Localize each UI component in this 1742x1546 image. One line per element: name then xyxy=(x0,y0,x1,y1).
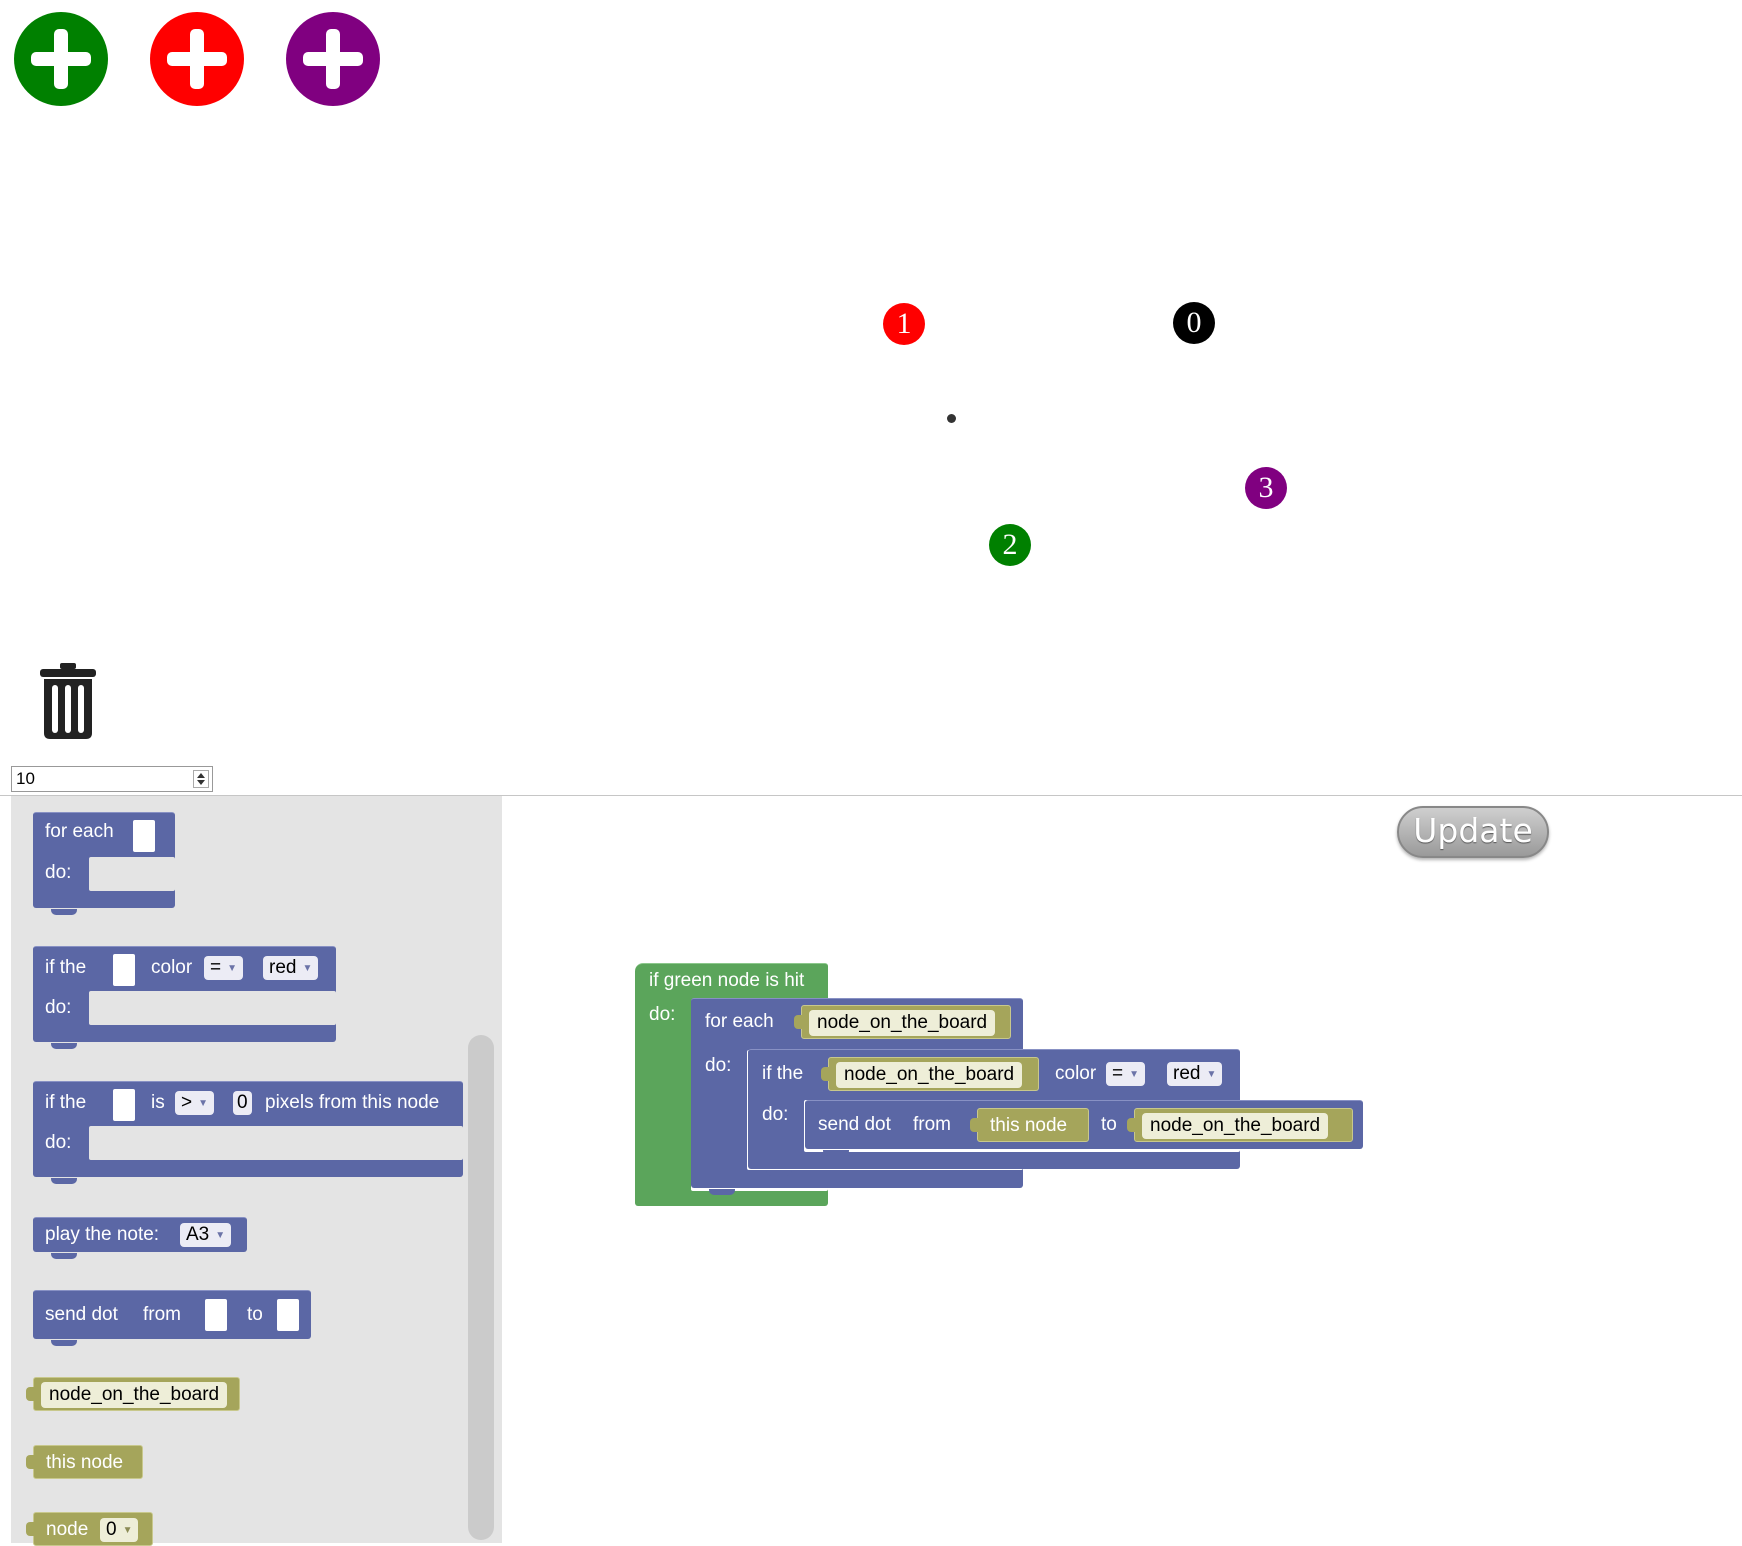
node-number-dropdown[interactable]: 0 ▼ xyxy=(100,1518,139,1542)
to-socket xyxy=(277,1299,299,1331)
from-label: from xyxy=(143,1304,181,1325)
color-label: color xyxy=(1055,1063,1097,1084)
input-socket xyxy=(133,820,155,852)
toolbox-block-play-note[interactable]: play the note: A3 ▼ xyxy=(33,1217,247,1259)
comparison-dropdown[interactable]: > ▼ xyxy=(175,1091,215,1115)
block-label: this node xyxy=(990,1115,1068,1136)
variable-field[interactable]: node_on_the_board xyxy=(809,1010,996,1036)
trash-icon[interactable] xyxy=(40,663,96,739)
block-label: if the xyxy=(45,1092,87,1113)
note-dropdown[interactable]: A3 ▼ xyxy=(180,1223,232,1247)
color-label: color xyxy=(151,957,193,978)
add-red-node-button[interactable] xyxy=(150,12,244,106)
toolbox-block-send-dot[interactable]: send dot from to xyxy=(33,1290,311,1346)
add-purple-node-button[interactable] xyxy=(286,12,380,106)
add-green-node-button[interactable] xyxy=(14,12,108,106)
from-label: from xyxy=(913,1114,951,1135)
statement-slot xyxy=(89,991,336,1025)
input-socket xyxy=(113,954,135,986)
from-socket xyxy=(205,1299,227,1331)
update-button[interactable]: Update xyxy=(1397,806,1549,858)
board-node-3[interactable]: 3 xyxy=(1245,467,1287,509)
send-dot-block[interactable]: send dot from this node to node_on_the_b… xyxy=(805,1100,1363,1156)
blockly-toolbox: for each do: if the color = ▼ red ▼ do: if… xyxy=(11,796,502,1546)
block-do-label: do: xyxy=(45,1132,72,1153)
spinner-icon[interactable] xyxy=(193,770,209,788)
variable-field[interactable]: node_on_the_board xyxy=(836,1062,1023,1088)
toolbox-block-if-distance[interactable]: if the is > ▼ 0 pixels from this node do: xyxy=(33,1081,463,1184)
block-label: for each xyxy=(45,821,114,842)
block-do-label: do: xyxy=(45,862,72,883)
toolbox-block-this-node[interactable]: this node xyxy=(26,1445,143,1479)
statement-slot xyxy=(89,1126,463,1160)
event-do-label: do: xyxy=(649,1004,676,1025)
pixels-label: pixels from this node xyxy=(265,1092,440,1113)
node-label: 0 xyxy=(1186,306,1202,339)
toolbox-block-for-each[interactable]: for each do: xyxy=(33,812,175,915)
block-label: node xyxy=(46,1519,89,1540)
block-label: if the xyxy=(45,957,87,978)
toolbox-block-node[interactable]: node 0 ▼ xyxy=(26,1512,153,1546)
color-dropdown[interactable]: red ▼ xyxy=(1167,1062,1223,1086)
to-label: to xyxy=(1101,1114,1117,1135)
operator-dropdown[interactable]: = ▼ xyxy=(1106,1062,1146,1086)
block-label: play the note: xyxy=(45,1224,160,1245)
variable-block[interactable]: node_on_the_board xyxy=(821,1057,1039,1091)
block-label: send dot xyxy=(818,1114,891,1135)
toolbox-scrollbar[interactable] xyxy=(468,1035,494,1540)
is-label: is xyxy=(151,1092,165,1113)
node-label: 3 xyxy=(1258,471,1274,504)
block-label: if the xyxy=(762,1063,804,1084)
speed-input[interactable] xyxy=(14,768,186,790)
speed-number-input[interactable] xyxy=(11,766,213,792)
variable-field[interactable]: node_on_the_board xyxy=(41,1382,228,1408)
block-label: this node xyxy=(46,1452,124,1473)
block-do-label: do: xyxy=(705,1055,732,1076)
this-node-block[interactable]: this node xyxy=(970,1108,1089,1142)
color-dropdown[interactable]: red ▼ xyxy=(263,956,319,980)
toolbox-block-if-color[interactable]: if the color = ▼ red ▼ do: xyxy=(33,946,336,1049)
block-label: send dot xyxy=(45,1304,118,1325)
board-node-2[interactable]: 2 xyxy=(989,524,1031,566)
statement-slot xyxy=(89,857,175,891)
toolbox-block-node-on-board[interactable]: node_on_the_board xyxy=(26,1377,240,1411)
variable-field[interactable]: node_on_the_board xyxy=(1142,1113,1329,1139)
block-do-label: do: xyxy=(45,997,72,1018)
event-label: if green node is hit xyxy=(649,970,805,991)
block-label: for each xyxy=(705,1011,774,1032)
variable-block[interactable]: node_on_the_board xyxy=(794,1005,1011,1039)
to-label: to xyxy=(247,1304,263,1325)
board-node-0[interactable]: 0 xyxy=(1173,302,1215,344)
block-do-label: do: xyxy=(762,1104,789,1125)
operator-dropdown[interactable]: = ▼ xyxy=(204,956,244,980)
node-label: 2 xyxy=(1002,528,1018,561)
moving-dot xyxy=(947,414,956,423)
distance-number-field[interactable]: 0 xyxy=(233,1091,252,1115)
board-node-1[interactable]: 1 xyxy=(883,303,925,345)
input-socket xyxy=(113,1089,135,1121)
variable-block[interactable]: node_on_the_board xyxy=(1127,1108,1353,1142)
node-label: 1 xyxy=(896,307,912,340)
